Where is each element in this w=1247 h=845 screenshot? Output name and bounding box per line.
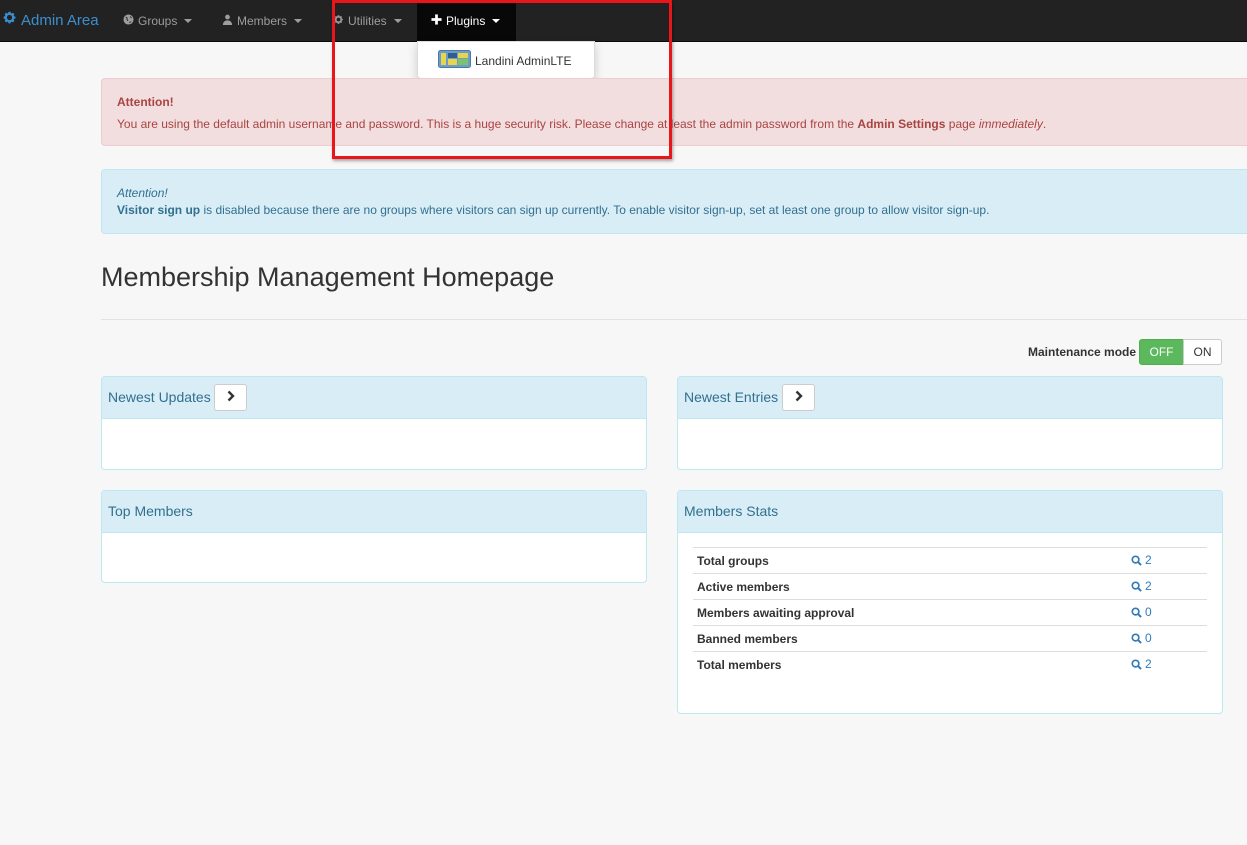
admin-settings-link[interactable]: Admin Settings (857, 117, 945, 131)
chevron-down-icon (492, 18, 501, 23)
panel-heading: Members Stats (678, 491, 1222, 533)
table-row: Members awaiting approval 0 (693, 599, 1207, 625)
newest-entries-more-button[interactable] (782, 384, 815, 411)
chevron-down-icon (184, 18, 193, 23)
panel-title: Members Stats (684, 503, 779, 519)
plugins-dropdown-menu: Landini AdminLTE (417, 41, 595, 79)
user-icon (222, 14, 233, 28)
nav-plugins-label: Plugins (446, 13, 486, 28)
maintenance-off-button[interactable]: OFF (1139, 339, 1184, 365)
alert-bold: Visitor sign up (117, 203, 201, 217)
chevron-down-icon (294, 18, 303, 23)
search-icon (1131, 658, 1142, 670)
stat-label: Banned members (697, 632, 798, 646)
table-row: Active members 2 (693, 573, 1207, 599)
stat-value-link[interactable]: 0 (1131, 631, 1152, 645)
stat-label: Total groups (697, 554, 769, 568)
plus-icon (431, 13, 442, 28)
members-stats-table: Total groups 2 Active members 2 Members … (693, 547, 1207, 677)
nav-utilities-label: Utilities (348, 13, 387, 28)
nav-groups-label: Groups (138, 13, 178, 28)
alert-title: Attention! (117, 186, 168, 200)
nav-plugins[interactable]: Plugins (417, 0, 516, 41)
search-icon (1131, 580, 1142, 592)
table-row: Total groups 2 (693, 547, 1207, 573)
stat-value: 0 (1145, 631, 1152, 645)
adminlte-logo-icon (438, 50, 471, 71)
alert-text: . (1042, 117, 1047, 131)
stat-value: 2 (1145, 657, 1152, 671)
search-icon (1131, 606, 1142, 618)
stat-value: 2 (1145, 579, 1152, 593)
stat-value-link[interactable]: 0 (1131, 605, 1152, 619)
search-icon (1131, 632, 1142, 644)
newest-updates-more-button[interactable] (214, 384, 247, 411)
alert-text: page (945, 117, 979, 131)
newest-entries-panel: Newest Entries (677, 376, 1223, 470)
alert-text: You are using the default admin username… (117, 117, 858, 131)
stat-label: Total members (697, 658, 782, 672)
stat-value-link[interactable]: 2 (1131, 657, 1152, 671)
newest-updates-panel: Newest Updates (101, 376, 647, 470)
nav-members-label: Members (237, 13, 288, 28)
alert-title: Attention! (117, 95, 174, 109)
table-row: Banned members 0 (693, 625, 1207, 651)
stat-value-link[interactable]: 2 (1131, 579, 1152, 593)
panel-heading: Newest Entries (678, 377, 1222, 419)
alert-message: Visitor sign up is disabled because ther… (117, 203, 989, 217)
chevron-right-icon (794, 390, 804, 405)
top-members-panel: Top Members (101, 490, 647, 583)
visitor-signup-alert: Attention! Visitor sign up is disabled b… (101, 169, 1247, 234)
security-warning-alert: Attention! You are using the default adm… (101, 78, 1247, 146)
chevron-right-icon (226, 390, 236, 405)
globe-icon (123, 13, 134, 28)
panel-heading: Newest Updates (102, 377, 646, 419)
chevron-down-icon (393, 18, 402, 23)
maintenance-on-button[interactable]: ON (1183, 339, 1222, 365)
divider (101, 319, 1247, 320)
maintenance-mode-label: Maintenance mode (1028, 345, 1137, 359)
stat-label: Members awaiting approval (697, 606, 855, 620)
page-title: Membership Management Homepage (101, 262, 555, 292)
stat-value: 2 (1145, 553, 1152, 567)
brand-link[interactable]: Admin Area (2, 0, 99, 41)
dropdown-item-landini-adminlte[interactable]: Landini AdminLTE (438, 50, 572, 71)
nav-members[interactable]: Members (222, 0, 303, 41)
panel-title: Newest Updates (108, 389, 211, 405)
search-icon (1131, 554, 1142, 566)
cog-icon (333, 14, 344, 28)
alert-text: is disabled because there are no groups … (200, 203, 990, 217)
table-row: Total members 2 (693, 651, 1207, 677)
gear-icon (2, 1, 17, 41)
nav-groups[interactable]: Groups (123, 0, 193, 41)
panel-title: Top Members (108, 503, 193, 519)
members-stats-panel: Members Stats Total groups 2 Active memb… (677, 490, 1223, 714)
stat-value: 0 (1145, 605, 1152, 619)
stat-value-link[interactable]: 2 (1131, 553, 1152, 567)
top-navbar: Admin Area Groups Members Utilities Plug… (0, 0, 1247, 42)
dropdown-item-label: Landini AdminLTE (475, 53, 572, 68)
brand-label: Admin Area (21, 11, 99, 29)
nav-utilities[interactable]: Utilities (333, 0, 402, 41)
alert-message: You are using the default admin username… (117, 117, 1046, 131)
alert-emphasis: immediately (978, 117, 1043, 131)
stat-label: Active members (697, 580, 790, 594)
panel-title: Newest Entries (684, 389, 779, 405)
panel-heading: Top Members (102, 491, 646, 533)
